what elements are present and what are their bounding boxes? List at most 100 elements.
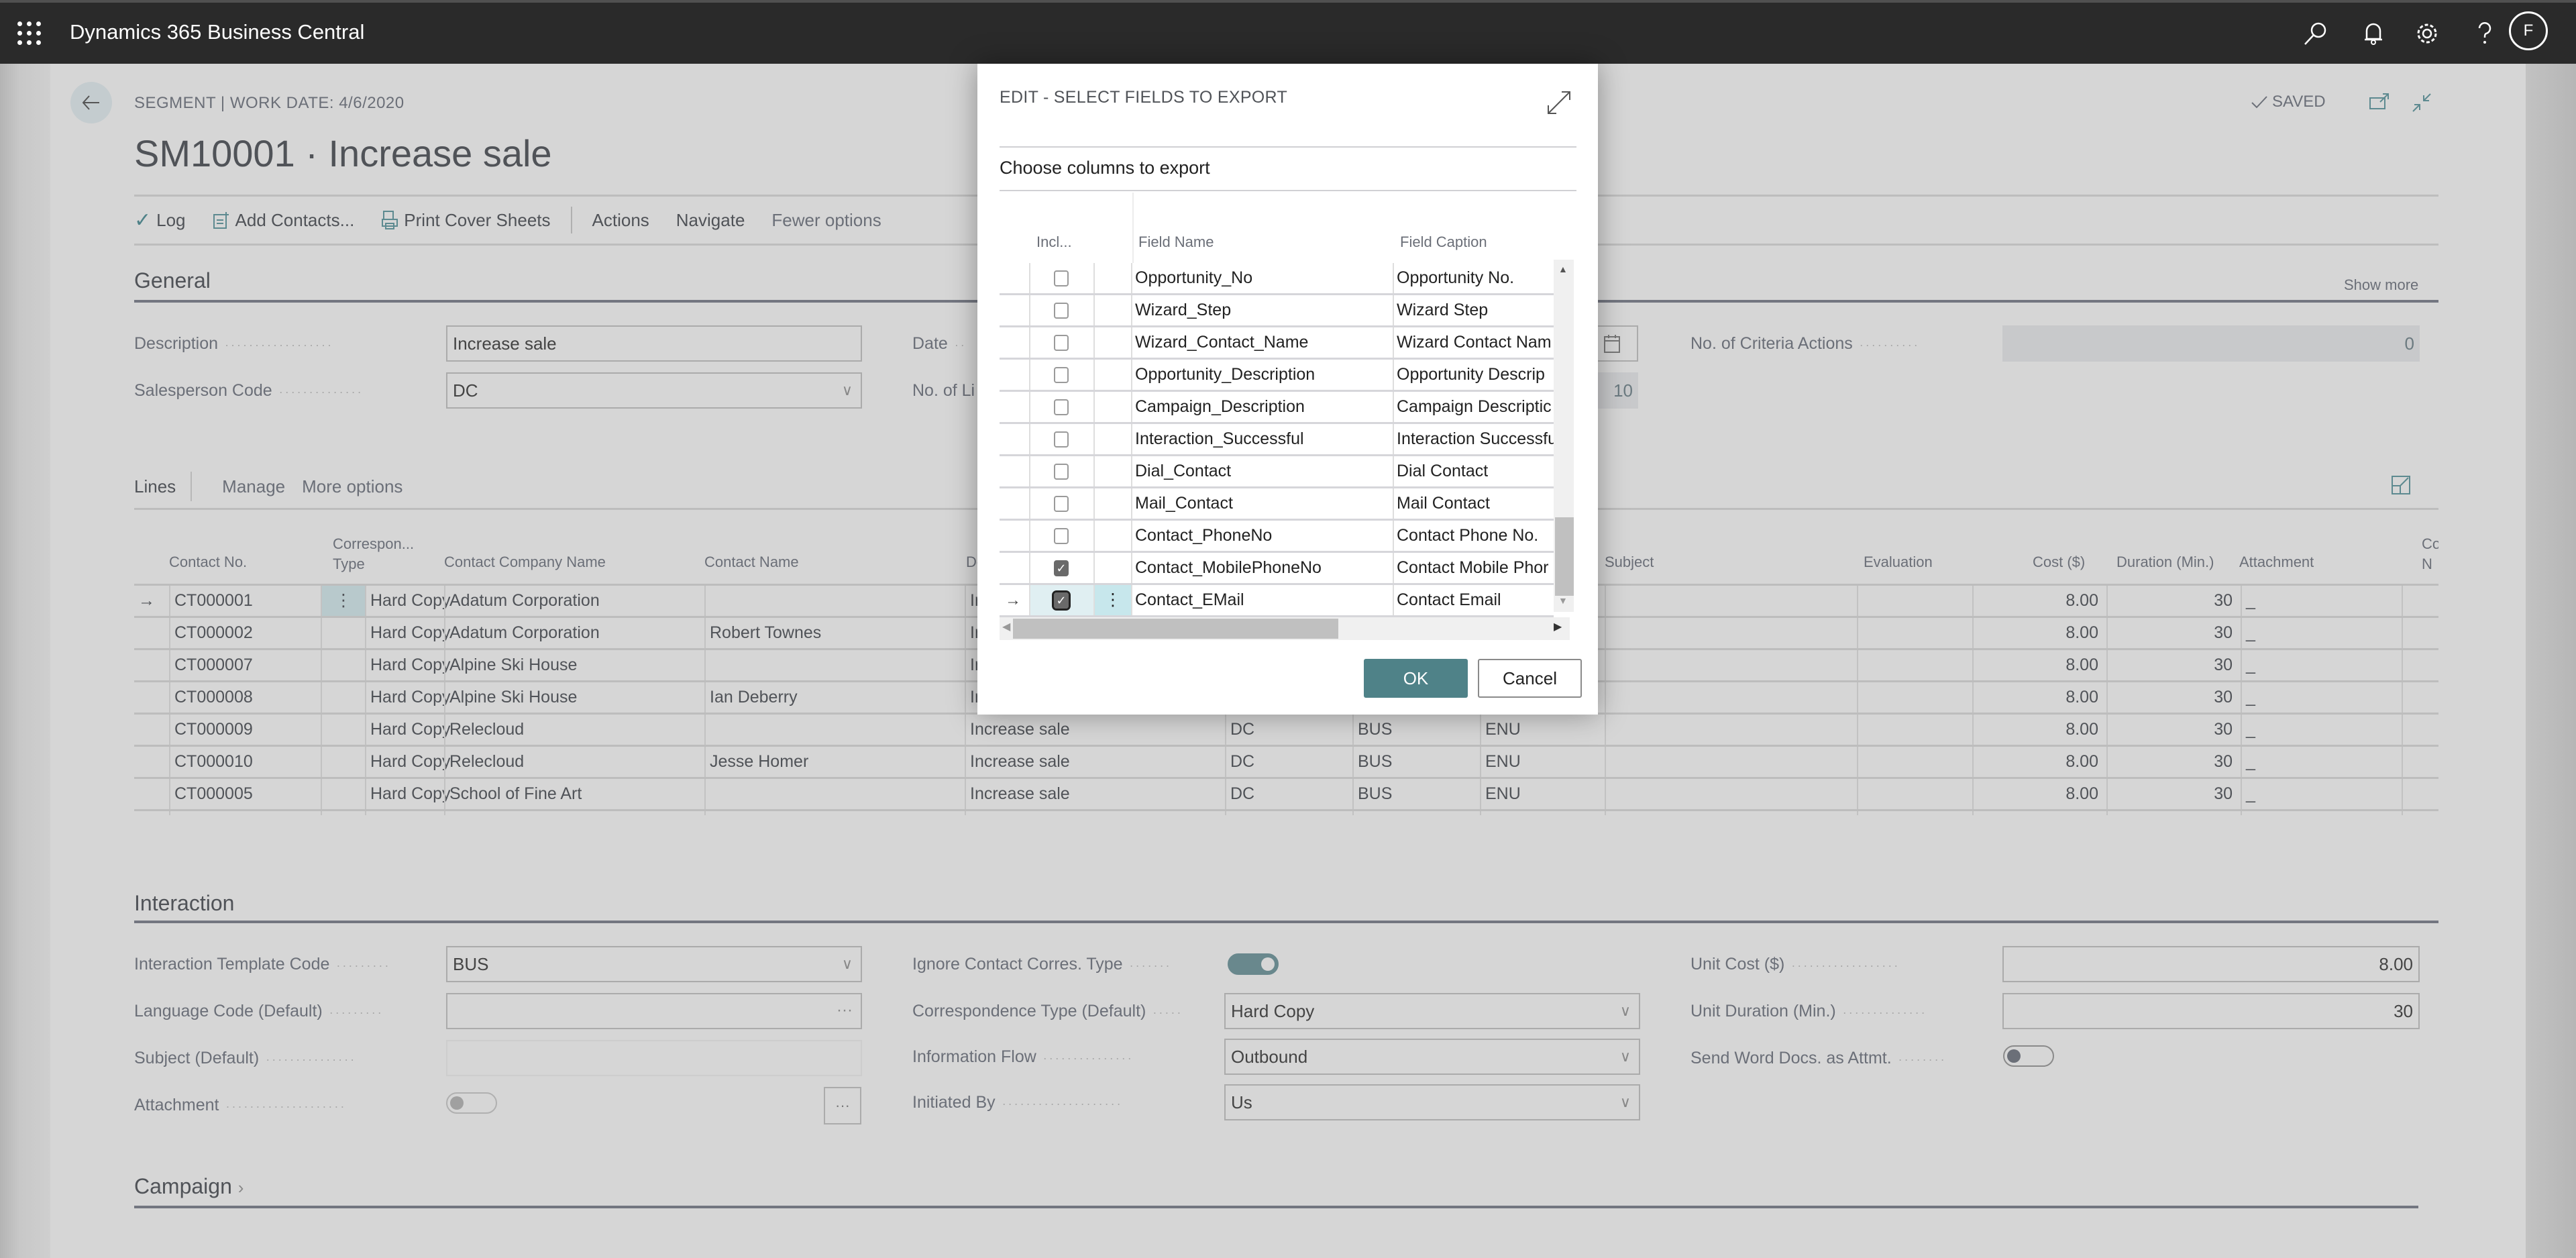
col-header-include[interactable]: Incl... xyxy=(1036,233,1072,251)
col-header-company[interactable]: Contact Company Name xyxy=(444,552,606,572)
table-cell-no[interactable]: CT000007 xyxy=(169,650,321,680)
lines-tab[interactable]: Lines xyxy=(134,476,191,497)
field-name-cell[interactable]: Contact_EMail xyxy=(1131,585,1393,615)
more-options-button[interactable]: More options xyxy=(302,476,402,497)
table-cell-att[interactable]: _ xyxy=(2241,618,2402,648)
salesperson-code-select[interactable]: DC ∨ xyxy=(446,372,862,409)
table-cell-name[interactable] xyxy=(704,715,965,745)
table-cell-lang[interactable]: ENU xyxy=(1480,715,1605,745)
field-caption-cell[interactable]: Wizard Contact Nam xyxy=(1393,327,1554,358)
scroll-up-icon[interactable]: ▲ xyxy=(1558,264,1568,274)
avatar[interactable]: F xyxy=(2509,11,2548,50)
row-menu-button[interactable]: ⋮ xyxy=(1093,585,1131,615)
row-menu-button[interactable] xyxy=(1093,360,1131,390)
table-cell-dur[interactable]: 30 xyxy=(2106,747,2241,777)
table-cell-dur[interactable]: 30 xyxy=(2106,586,2241,616)
search-icon[interactable] xyxy=(2301,19,2330,48)
table-cell-tmpl[interactable]: BUS xyxy=(1352,715,1480,745)
table-cell[interactable] xyxy=(1605,682,1866,713)
table-cell-company[interactable]: Adatum Corporation xyxy=(444,618,704,648)
field-name-cell[interactable]: Interaction_Successful xyxy=(1131,424,1393,454)
col-header-co[interactable]: Co N xyxy=(2422,534,2438,574)
table-cell-no[interactable]: CT000006 xyxy=(169,811,321,815)
table-cell[interactable] xyxy=(2402,618,2438,648)
table-cell[interactable] xyxy=(2402,715,2438,745)
include-checkbox[interactable]: ✓ xyxy=(1054,560,1069,576)
general-section-title[interactable]: General xyxy=(134,268,211,293)
row-menu-button[interactable] xyxy=(321,811,365,815)
navigate-menu[interactable]: Navigate xyxy=(663,210,759,231)
row-menu-button[interactable] xyxy=(321,682,365,713)
table-cell[interactable] xyxy=(2402,586,2438,616)
table-cell[interactable] xyxy=(1605,618,1866,648)
table-cell-att[interactable]: _ xyxy=(2241,650,2402,680)
row-menu-button[interactable] xyxy=(1093,424,1131,454)
table-cell-desc[interactable]: Increase sale xyxy=(965,715,1225,745)
table-cell-no[interactable]: CT000002 xyxy=(169,618,321,648)
field-name-cell[interactable]: Wizard_Contact_Name xyxy=(1131,327,1393,358)
table-cell-company[interactable]: Adatum Corporation xyxy=(444,586,704,616)
attachment-more-button[interactable]: ··· xyxy=(824,1087,861,1124)
manage-menu[interactable]: Manage xyxy=(222,476,285,497)
list-item[interactable]: Wizard_Step Wizard Step xyxy=(1000,295,1554,327)
field-caption-cell[interactable]: Dial Contact xyxy=(1393,456,1554,486)
list-item[interactable]: Opportunity_Description Opportunity Descr… xyxy=(1000,360,1554,392)
table-cell-company[interactable]: Alpine Ski House xyxy=(444,650,704,680)
cancel-button[interactable]: Cancel xyxy=(1478,659,1582,698)
list-item[interactable]: Contact_PhoneNo Contact Phone No. xyxy=(1000,521,1554,553)
row-menu-button[interactable] xyxy=(321,618,365,648)
waffle-icon[interactable] xyxy=(17,21,42,46)
gear-icon[interactable] xyxy=(2412,19,2442,48)
table-cell[interactable] xyxy=(2402,779,2438,809)
field-name-cell[interactable]: Contact_MobilePhoneNo xyxy=(1131,553,1393,583)
field-caption-cell[interactable]: Contact Mobile Phor xyxy=(1393,553,1554,583)
table-cell-name[interactable] xyxy=(704,586,965,616)
table-cell[interactable] xyxy=(1605,779,1866,809)
col-header-contact-no[interactable]: Contact No. xyxy=(169,552,247,572)
scroll-down-icon[interactable]: ▼ xyxy=(1558,595,1568,606)
row-menu-button[interactable] xyxy=(321,779,365,809)
include-checkbox[interactable] xyxy=(1054,303,1069,319)
include-checkbox[interactable] xyxy=(1054,335,1069,351)
row-menu-button[interactable] xyxy=(321,747,365,777)
field-caption-cell[interactable]: Contact Email xyxy=(1393,585,1554,615)
field-name-cell[interactable]: Dial_Contact xyxy=(1131,456,1393,486)
language-code-input[interactable]: ··· xyxy=(446,993,862,1029)
ignore-corr-type-toggle[interactable] xyxy=(1228,953,1279,975)
table-cell[interactable] xyxy=(1857,779,1972,809)
table-cell-name[interactable]: Meagan Bond xyxy=(704,811,965,815)
lookup-icon[interactable]: ··· xyxy=(837,1001,853,1020)
table-cell-name[interactable] xyxy=(704,650,965,680)
table-cell-att[interactable]: _ xyxy=(2241,715,2402,745)
back-button[interactable] xyxy=(70,82,112,123)
row-menu-button[interactable] xyxy=(1093,295,1131,325)
table-cell[interactable] xyxy=(1857,586,1972,616)
dialog-horizontal-scrollbar[interactable]: ◀ ▶ xyxy=(1000,617,1570,640)
table-cell-desc[interactable]: Increase sale xyxy=(965,811,1225,815)
field-name-cell[interactable]: Contact_PhoneNo xyxy=(1131,521,1393,551)
table-cell-att[interactable]: _ xyxy=(2241,811,2402,815)
dialog-vertical-scrollbar[interactable]: ▲ ▼ xyxy=(1554,260,1574,612)
list-item[interactable]: Interaction_Successful Interaction Succes… xyxy=(1000,424,1554,456)
table-cell-sp[interactable]: DC xyxy=(1225,747,1352,777)
print-cover-sheets-button[interactable]: Print Cover Sheets xyxy=(368,210,564,231)
table-cell[interactable] xyxy=(1857,650,1972,680)
table-cell-company[interactable]: School of Fine Art xyxy=(444,779,704,809)
table-cell-desc[interactable]: Increase sale xyxy=(965,747,1225,777)
scroll-right-icon[interactable]: ▶ xyxy=(1554,620,1562,633)
table-cell-desc[interactable]: Increase sale xyxy=(965,779,1225,809)
table-row[interactable]: CT000010 Hard Copy Relecloud Jesse Homer Inc… xyxy=(134,745,2438,777)
row-menu-button[interactable] xyxy=(1093,456,1131,486)
include-checkbox[interactable] xyxy=(1054,464,1069,480)
field-caption-cell[interactable]: Wizard Step xyxy=(1393,295,1554,325)
fewer-options-button[interactable]: Fewer options xyxy=(758,210,894,231)
row-menu-button[interactable] xyxy=(1093,521,1131,551)
table-cell[interactable] xyxy=(1605,747,1866,777)
col-header-contact-name[interactable]: Contact Name xyxy=(704,552,799,572)
table-cell[interactable] xyxy=(1857,811,1972,815)
list-item[interactable]: Campaign_Description Campaign Descriptic xyxy=(1000,392,1554,424)
include-checkbox[interactable] xyxy=(1054,496,1069,512)
send-word-docs-toggle[interactable] xyxy=(2003,1045,2054,1067)
include-checkbox[interactable]: ✓ xyxy=(1052,590,1071,611)
include-checkbox[interactable] xyxy=(1054,528,1069,544)
